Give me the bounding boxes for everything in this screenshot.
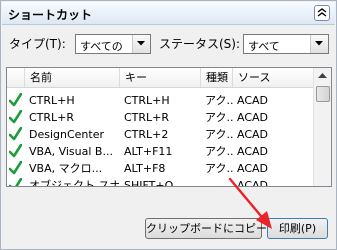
status-filter-value: すべて [248,40,280,53]
shortcut-name: オブジェクト スナ... [29,179,119,187]
shortcut-name: CTRL+R [29,111,75,124]
type-filter-select[interactable]: すべての [75,34,151,54]
column-header-icon[interactable] [7,68,25,87]
type-filter-value: すべての [80,40,123,53]
vertical-scrollbar[interactable] [313,68,331,186]
scroll-up-button[interactable] [315,69,330,84]
table-row[interactable]: CTRL+R CTRL+R アク... ACAD [7,109,315,126]
checkmark-icon [9,93,22,107]
table-row[interactable]: VBA, マクロ... ALT+F8 アク... ACAD [7,160,315,177]
status-filter-label: ステータス(S): [159,37,241,51]
column-header-source[interactable]: ソース [233,68,315,87]
scrollbar-thumb[interactable] [316,86,330,102]
shortcut-source: ACAD [237,128,269,141]
copy-to-clipboard-button[interactable]: クリップボードにコピー [145,218,267,239]
shortcut-type: アク... [205,128,233,141]
table-row[interactable]: VBA, Visual B... ALT+F11 アク... ACAD [7,143,315,160]
chevron-down-icon [137,41,145,46]
checkmark-icon [9,161,22,175]
column-header-type[interactable]: 種類 [201,68,233,87]
table-row[interactable]: オブジェクト スナ... SHIFT+Q ... ACAD [7,177,315,187]
shortcut-name: CTRL+H [29,94,75,107]
shortcut-type: ... [205,179,216,187]
shortcut-key: CTRL+2 [124,128,169,141]
shortcut-source: ACAD [237,145,269,158]
list-header: 名前 キー 種類 ソース [7,68,315,88]
shortcut-source: ACAD [237,94,269,107]
column-header-key[interactable]: キー [120,68,201,87]
type-dropdown-button[interactable] [132,35,150,53]
checkmark-icon [9,144,22,158]
shortcut-key: CTRL+R [124,111,170,124]
shortcut-key: SHIFT+Q [124,179,174,187]
shortcut-source: ACAD [237,162,269,175]
shortcut-list[interactable]: 名前 キー 種類 ソース CTRL+H CTRL+H アク... ACAD CT… [6,67,332,187]
chevron-down-icon [315,41,323,46]
collapse-button[interactable] [314,5,330,21]
shortcut-key: CTRL+H [124,94,170,107]
shortcut-type: アク... [205,145,233,158]
status-filter-select[interactable]: すべて [243,34,329,54]
shortcut-type: アク... [205,111,233,124]
shortcut-source: ACAD [237,179,269,187]
shortcut-key: ALT+F11 [124,145,173,158]
column-header-name[interactable]: 名前 [25,68,120,87]
checkmark-icon [9,178,22,186]
shortcut-name: VBA, Visual B... [29,145,113,158]
shortcut-type: アク... [205,94,233,107]
shortcut-key: ALT+F8 [124,162,166,175]
shortcut-name: VBA, マクロ... [29,162,103,175]
table-row[interactable]: DesignCenter CTRL+2 アク... ACAD [7,126,315,143]
shortcut-source: ACAD [237,111,269,124]
type-filter-label: タイプ(T): [9,37,66,51]
table-row[interactable]: CTRL+H CTRL+H アク... ACAD [7,92,315,109]
scroll-up-arrow-icon [318,73,327,78]
print-button[interactable]: 印刷(P) [267,218,328,239]
status-dropdown-button[interactable] [310,35,328,53]
checkmark-icon [9,110,22,124]
shortcut-type: アク... [205,162,233,175]
checkmark-icon [9,127,22,141]
panel-title: ショートカット [8,8,93,22]
shortcut-name: DesignCenter [29,128,105,141]
double-chevron-up-icon [317,8,327,17]
panel-header: ショートカット [2,2,335,25]
